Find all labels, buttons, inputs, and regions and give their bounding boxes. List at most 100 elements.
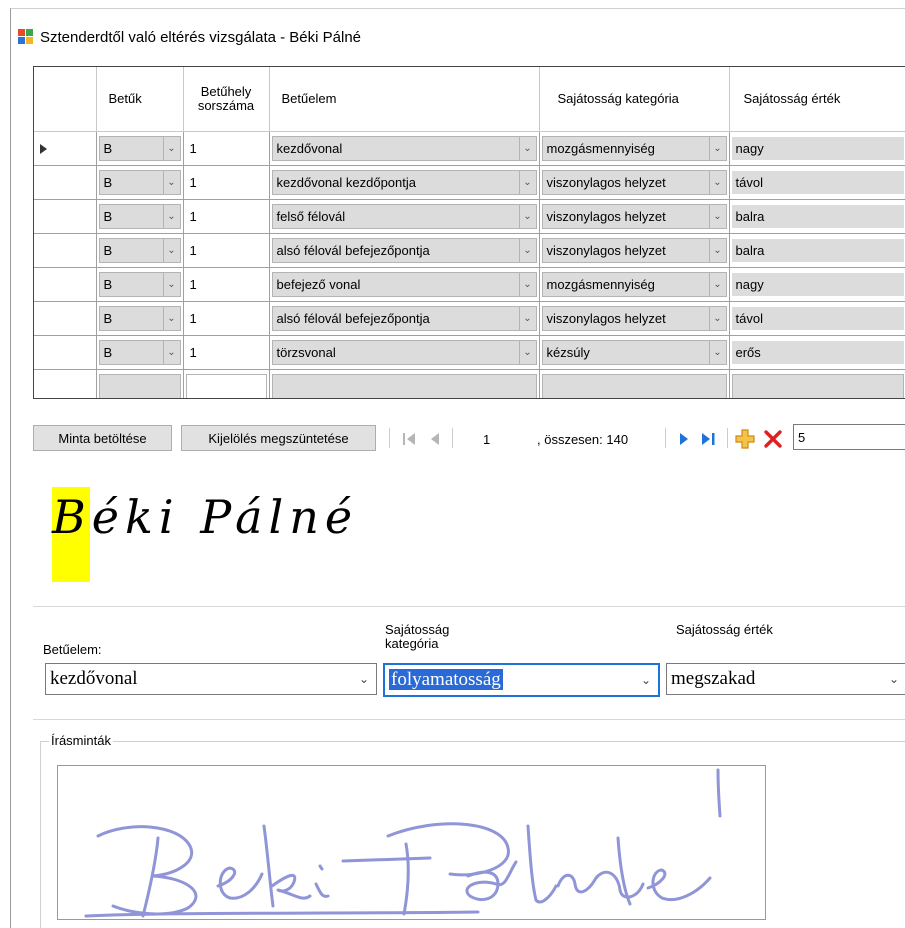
element-cell[interactable]: felső félovál ⌄ xyxy=(269,199,540,234)
letter-cell[interactable]: B ⌄ xyxy=(96,131,184,166)
chevron-down-icon[interactable]: ⌄ xyxy=(518,205,536,228)
chevron-down-icon[interactable]: ⌄ xyxy=(708,137,726,160)
col-header-category[interactable]: Sajátosság kategória xyxy=(539,67,730,132)
value-text[interactable]: távol xyxy=(731,171,904,194)
chevron-down-icon[interactable]: ⌄ xyxy=(708,239,726,262)
position-text[interactable]: 1 xyxy=(185,307,267,330)
category-combo[interactable]: mozgásmennyiség ⌄ xyxy=(541,272,727,297)
row-header[interactable] xyxy=(34,233,97,268)
element-combo[interactable]: alsó félovál befejezőpontja ⌄ xyxy=(271,238,537,263)
value-cell[interactable]: távol xyxy=(729,301,905,336)
position-text[interactable]: 1 xyxy=(185,273,267,296)
table-row[interactable]: B ⌄ 1 felső félovál ⌄ viszonylagos helyzet ⌄ ba… xyxy=(34,199,905,234)
letter-cell[interactable]: B ⌄ xyxy=(96,335,184,370)
chevron-down-icon[interactable]: ⌄ xyxy=(708,307,726,330)
chevron-down-icon[interactable]: ⌄ xyxy=(162,307,180,330)
chevron-down-icon[interactable]: ⌄ xyxy=(708,205,726,228)
category-cell[interactable]: viszonylagos helyzet ⌄ xyxy=(539,233,730,268)
element-select[interactable]: kezdővonal ⌄ xyxy=(45,663,377,695)
position-cell[interactable]: 1 xyxy=(183,233,270,268)
category-combo[interactable]: mozgásmennyiség ⌄ xyxy=(541,136,727,161)
letter-combo[interactable]: B ⌄ xyxy=(98,272,181,297)
element-cell[interactable]: kezdővonal ⌄ xyxy=(269,131,540,166)
category-cell[interactable]: viszonylagos helyzet ⌄ xyxy=(539,301,730,336)
element-cell[interactable]: befejező vonal ⌄ xyxy=(269,267,540,302)
row-header[interactable] xyxy=(34,335,97,370)
row-header[interactable] xyxy=(34,165,97,200)
data-grid[interactable]: Betűk Betűhely sorszáma Betűelem Sajátos… xyxy=(33,66,905,399)
chevron-down-icon[interactable]: ⌄ xyxy=(162,171,180,194)
position-cell[interactable]: 1 xyxy=(183,301,270,336)
letter-cell[interactable]: B ⌄ xyxy=(96,199,184,234)
category-combo[interactable]: viszonylagos helyzet ⌄ xyxy=(541,204,727,229)
chevron-down-icon[interactable]: ⌄ xyxy=(518,341,536,364)
element-combo[interactable]: befejező vonal ⌄ xyxy=(271,272,537,297)
chevron-down-icon[interactable]: ⌄ xyxy=(162,273,180,296)
element-combo[interactable]: kezdővonal ⌄ xyxy=(271,136,537,161)
element-combo[interactable]: kezdővonal kezdőpontja ⌄ xyxy=(271,170,537,195)
value-select[interactable]: megszakad ⌄ xyxy=(666,663,905,695)
position-text[interactable]: 1 xyxy=(185,171,267,194)
category-cell[interactable]: mozgásmennyiség ⌄ xyxy=(539,267,730,302)
chevron-down-icon[interactable]: ⌄ xyxy=(708,171,726,194)
position-cell[interactable]: 1 xyxy=(183,335,270,370)
position-cell[interactable]: 1 xyxy=(183,165,270,200)
row-header[interactable] xyxy=(34,131,97,166)
element-cell[interactable]: kezdővonal kezdőpontja ⌄ xyxy=(269,165,540,200)
value-text[interactable]: nagy xyxy=(731,137,904,160)
position-text[interactable]: 1 xyxy=(185,239,267,262)
letter-combo[interactable]: B ⌄ xyxy=(98,306,181,331)
category-combo[interactable]: kézsúly ⌄ xyxy=(541,340,727,365)
table-row[interactable]: B ⌄ 1 befejező vonal ⌄ mozgásmennyiség ⌄ nagy xyxy=(34,267,905,302)
value-cell[interactable]: nagy xyxy=(729,267,905,302)
chevron-down-icon[interactable]: ⌄ xyxy=(162,137,180,160)
chevron-down-icon[interactable]: ⌄ xyxy=(708,341,726,364)
last-page-icon[interactable] xyxy=(697,425,721,453)
value-cell[interactable]: nagy xyxy=(729,131,905,166)
value-text[interactable]: balra xyxy=(731,239,904,262)
value-text[interactable]: balra xyxy=(731,205,904,228)
position-cell[interactable]: 1 xyxy=(183,199,270,234)
category-cell[interactable]: kézsúly ⌄ xyxy=(539,335,730,370)
chevron-down-icon[interactable]: ⌄ xyxy=(708,273,726,296)
element-combo[interactable]: felső félovál ⌄ xyxy=(271,204,537,229)
value-cell[interactable]: távol xyxy=(729,165,905,200)
element-combo[interactable]: törzsvonal ⌄ xyxy=(271,340,537,365)
element-cell[interactable]: alsó félovál befejezőpontja ⌄ xyxy=(269,301,540,336)
category-combo[interactable]: viszonylagos helyzet ⌄ xyxy=(541,170,727,195)
category-select[interactable]: folyamatosság ⌄ xyxy=(383,663,660,697)
col-header-position[interactable]: Betűhely sorszáma xyxy=(183,67,270,132)
handwriting-canvas[interactable] xyxy=(57,765,766,920)
category-cell[interactable]: mozgásmennyiség ⌄ xyxy=(539,131,730,166)
category-combo[interactable]: viszonylagos helyzet ⌄ xyxy=(541,306,727,331)
position-text[interactable]: 1 xyxy=(185,205,267,228)
position-cell[interactable]: 1 xyxy=(183,267,270,302)
table-row[interactable]: B ⌄ 1 törzsvonal ⌄ kézsúly ⌄ erős xyxy=(34,335,905,370)
value-cell[interactable]: balra xyxy=(729,199,905,234)
element-cell[interactable]: alsó félovál befejezőpontja ⌄ xyxy=(269,233,540,268)
letter-combo[interactable]: B ⌄ xyxy=(98,340,181,365)
table-row[interactable]: B ⌄ 1 kezdővonal kezdőpontja ⌄ viszonylagos h… xyxy=(34,165,905,200)
chevron-down-icon[interactable]: ⌄ xyxy=(162,341,180,364)
chevron-down-icon[interactable]: ⌄ xyxy=(518,307,536,330)
chevron-down-icon[interactable]: ⌄ xyxy=(518,171,536,194)
col-header-letters[interactable]: Betűk xyxy=(96,67,184,132)
position-cell[interactable]: 1 xyxy=(183,131,270,166)
delete-record-icon[interactable] xyxy=(761,425,785,453)
element-combo[interactable]: alsó félovál befejezőpontja ⌄ xyxy=(271,306,537,331)
table-row[interactable]: B ⌄ 1 alsó félovál befejezőpontja ⌄ viszonyla… xyxy=(34,233,905,268)
chevron-down-icon[interactable]: ⌄ xyxy=(518,273,536,296)
chevron-down-icon[interactable]: ⌄ xyxy=(518,137,536,160)
first-page-icon[interactable] xyxy=(398,425,420,453)
chevron-down-icon[interactable]: ⌄ xyxy=(162,205,180,228)
next-page-icon[interactable] xyxy=(673,425,695,453)
col-header-value[interactable]: Sajátosság érték xyxy=(729,67,905,132)
load-sample-button[interactable]: Minta betöltése xyxy=(33,425,172,451)
table-row[interactable]: B ⌄ 1 kezdővonal ⌄ mozgásmennyiség ⌄ nagy xyxy=(34,131,905,166)
table-row[interactable]: B ⌄ 1 alsó félovál befejezőpontja ⌄ viszonyla… xyxy=(34,301,905,336)
col-header-element[interactable]: Betűelem xyxy=(269,67,540,132)
letter-cell[interactable]: B ⌄ xyxy=(96,165,184,200)
clear-selection-button[interactable]: Kijelölés megszüntetése xyxy=(181,425,376,451)
category-combo[interactable]: viszonylagos helyzet ⌄ xyxy=(541,238,727,263)
letter-combo[interactable]: B ⌄ xyxy=(98,238,181,263)
